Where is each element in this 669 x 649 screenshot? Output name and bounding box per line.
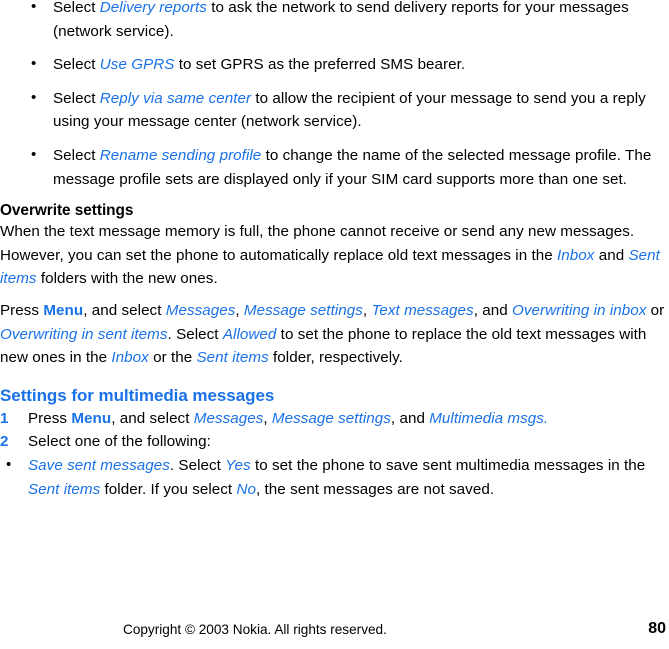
text-run: Press (28, 409, 72, 427)
ui-term: Delivery reports (99, 0, 207, 16)
manual-page: Select Delivery reports to ask the netwo… (0, 0, 669, 649)
text-run: When the text message memory is full, th… (0, 223, 635, 264)
text-run: folders with the new ones. (36, 270, 218, 288)
ui-term: Multimedia msgs. (429, 409, 549, 427)
multimedia-settings-heading: Settings for multimedia messages (0, 385, 275, 405)
text-run: , (235, 301, 244, 319)
text-run: folder. If you select (100, 480, 237, 498)
page-footer: Copyright © 2003 Nokia. All rights reser… (0, 620, 669, 641)
ui-term: Sent items (28, 480, 101, 498)
settings-bullet-list: Select Delivery reports to ask the netwo… (0, 0, 669, 191)
text-run: Press (0, 301, 44, 319)
ui-term: Overwriting in sent items (0, 325, 168, 343)
text-run: folder, respectively. (268, 349, 403, 367)
list-item: 2 Select one of the following: (0, 430, 669, 454)
ui-term: Messages (193, 409, 264, 427)
text-run: , and (473, 301, 513, 319)
page-content: Select Delivery reports to ask the netwo… (0, 0, 669, 501)
overwrite-paragraph-2: Press Menu, and select Messages, Message… (0, 299, 669, 370)
text-run: . Select (169, 456, 226, 474)
step-number: 1 (0, 409, 9, 427)
ui-term: Text messages (371, 301, 474, 319)
ui-term: Reply via same center (99, 89, 252, 107)
ui-term: Inbox (557, 246, 595, 264)
list-item: Save sent messages. Select Yes to set th… (0, 453, 669, 501)
list-item: Select Delivery reports to ask the netwo… (0, 0, 669, 43)
text-run: . Select (167, 325, 223, 343)
text-run: or the (148, 349, 197, 367)
list-item: 1 Press Menu, and select Messages, Messag… (0, 407, 669, 431)
ui-term: Inbox (111, 349, 149, 367)
page-number: 80 (648, 620, 666, 637)
overwrite-settings-heading: Overwrite settings (0, 202, 134, 220)
text-run: to set the phone to save sent multimedia… (250, 456, 646, 474)
text-run: and (594, 246, 629, 264)
copyright-notice: Copyright © 2003 Nokia. All rights reser… (123, 622, 387, 637)
text-run: Select (53, 89, 100, 107)
key-term: Menu (71, 409, 112, 427)
list-item: Select Reply via same center to allow th… (0, 86, 669, 134)
text-run: Select (53, 146, 100, 164)
text-run: or (646, 301, 665, 319)
ui-term: Use GPRS (99, 56, 175, 74)
ui-term: Sent items (196, 349, 269, 367)
ui-term: Rename sending profile (99, 146, 262, 164)
ui-term: Message settings (271, 409, 391, 427)
text-run: , the sent messages are not saved. (256, 480, 495, 498)
text-run: to set GPRS as the preferred SMS bearer. (174, 56, 466, 74)
text-run: , and select (83, 301, 166, 319)
text-run: Select (53, 56, 100, 74)
key-term: Menu (43, 301, 84, 319)
list-item: Select Use GPRS to set GPRS as the prefe… (0, 52, 669, 77)
text-run: , and select (111, 409, 194, 427)
step-number: 2 (0, 433, 9, 451)
ui-term: Message settings (243, 301, 363, 319)
list-item: Select Rename sending profile to change … (0, 143, 669, 191)
ui-term: Overwriting in inbox (512, 301, 647, 319)
overwrite-paragraph-1: When the text message memory is full, th… (0, 220, 669, 291)
multimedia-step-list: 1 Press Menu, and select Messages, Messag… (0, 407, 669, 501)
ui-term: No (236, 480, 256, 498)
ui-term: Yes (225, 456, 251, 474)
text-run: Select one of the following: (28, 433, 211, 451)
text-run: , and (390, 409, 430, 427)
ui-term: Save sent messages (28, 456, 170, 474)
ui-term: Messages (165, 301, 236, 319)
text-run: , (263, 409, 272, 427)
ui-term: Allowed (222, 325, 277, 343)
text-run: Select (53, 0, 100, 16)
